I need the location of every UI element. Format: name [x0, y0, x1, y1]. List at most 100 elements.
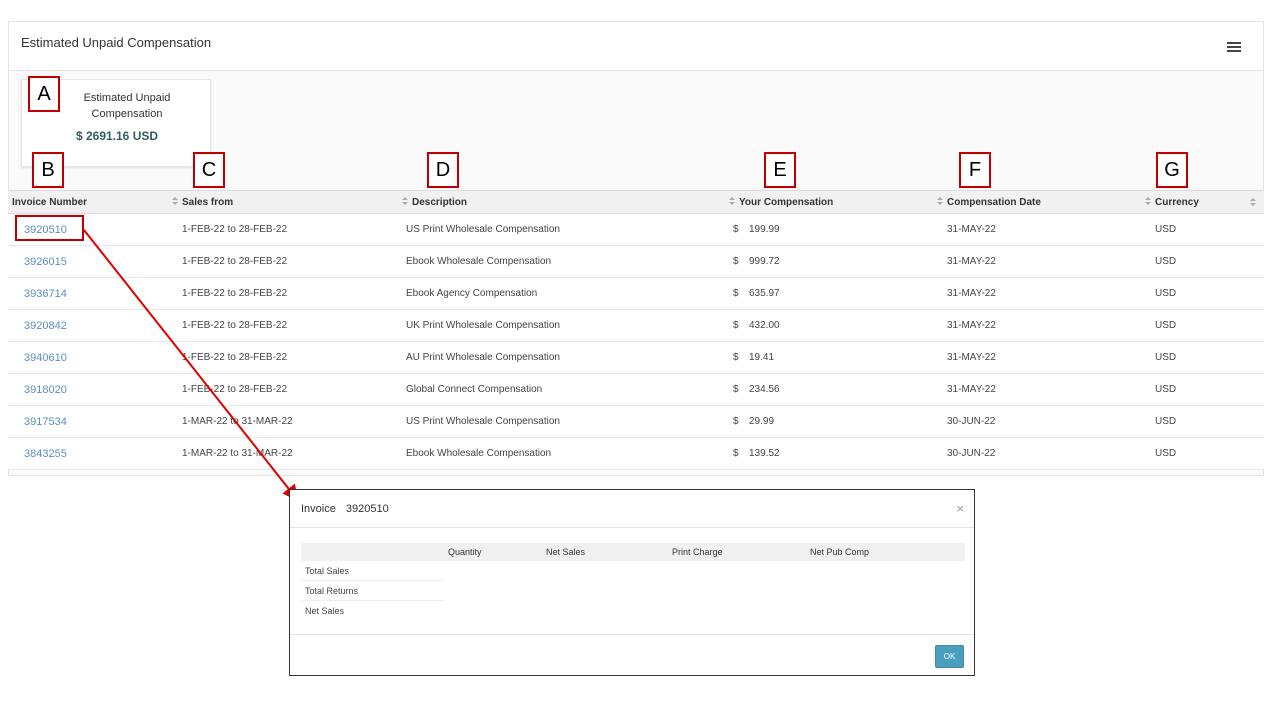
date-cell: 31-MAY-22	[933, 341, 1141, 374]
sales-from-cell: 1-FEB-22 to 28-FEB-22	[168, 309, 398, 342]
invoice-modal: Invoice 3920510 × Quantity Net Sales Prin…	[289, 489, 975, 676]
compensation-cell: $29.99	[725, 405, 933, 438]
date-cell: 31-MAY-22	[933, 309, 1141, 342]
sort-icon[interactable]	[1250, 198, 1256, 207]
table-row: Total Returns	[301, 580, 965, 601]
currency-cell: USD	[1141, 373, 1264, 406]
row-label: Total Sales	[301, 561, 444, 581]
description-cell: Global Connect Compensation	[398, 373, 725, 406]
callout-c: C	[193, 152, 225, 188]
table-row: 3920510 1-FEB-22 to 28-FEB-22 US Print W…	[8, 213, 1264, 246]
compensation-cell: $432.00	[725, 309, 933, 342]
column-header-compensation-date[interactable]: Compensation Date	[933, 190, 1141, 214]
invoice-link[interactable]: 3940610	[24, 352, 67, 364]
table-row: 3917534 1-MAR-22 to 31-MAR-22 US Print W…	[8, 405, 1264, 438]
description-cell: UK Print Wholesale Compensation	[398, 309, 725, 342]
invoice-link[interactable]: 3936714	[24, 288, 67, 300]
table-row: Net Sales	[301, 601, 965, 621]
card-value: $ 2691.16 USD	[75, 129, 159, 143]
column-header-print-charge: Print Charge	[668, 543, 806, 561]
modal-table-header: Quantity Net Sales Print Charge Net Pub …	[301, 543, 965, 561]
callout-a: A	[28, 76, 60, 112]
column-header-blank	[301, 543, 444, 561]
sort-icon[interactable]	[937, 197, 943, 206]
currency-cell: USD	[1141, 245, 1264, 278]
callout-f: F	[959, 152, 991, 188]
description-cell: Ebook Wholesale Compensation	[398, 437, 725, 470]
panel-title: Estimated Unpaid Compensation	[21, 35, 212, 50]
table-row: 3918020 1-FEB-22 to 28-FEB-22 Global Con…	[8, 373, 1264, 406]
compensation-cell: $234.56	[725, 373, 933, 406]
date-cell: 31-MAY-22	[933, 277, 1141, 310]
table-row: 3920842 1-FEB-22 to 28-FEB-22 UK Print W…	[8, 309, 1264, 342]
callout-b: B	[32, 152, 64, 188]
sales-from-cell: 1-MAR-22 to 31-MAR-22	[168, 405, 398, 438]
column-header-net-sales: Net Sales	[542, 543, 668, 561]
sales-from-cell: 1-FEB-22 to 28-FEB-22	[168, 213, 398, 246]
currency-cell: USD	[1141, 437, 1264, 470]
invoice-link[interactable]: 3917534	[24, 416, 67, 428]
modal-title: Invoice 3920510	[301, 503, 389, 515]
currency-cell: USD	[1141, 213, 1264, 246]
table-header-row: Invoice Number Sales from Description Yo…	[8, 190, 1264, 214]
compensation-cell: $19.41	[725, 341, 933, 374]
compensation-cell: $999.72	[725, 245, 933, 278]
sort-icon[interactable]	[729, 197, 735, 206]
compensation-cell: $139.52	[725, 437, 933, 470]
table-row: 3936714 1-FEB-22 to 28-FEB-22 Ebook Agen…	[8, 277, 1264, 310]
description-cell: Ebook Wholesale Compensation	[398, 245, 725, 278]
sales-from-cell: 1-FEB-22 to 28-FEB-22	[168, 245, 398, 278]
column-header-quantity: Quantity	[444, 543, 542, 561]
description-cell: US Print Wholesale Compensation	[398, 213, 725, 246]
invoice-link[interactable]: 3843255	[24, 448, 67, 460]
table-row: 3843255 1-MAR-22 to 31-MAR-22 Ebook Whol…	[8, 437, 1264, 470]
date-cell: 30-JUN-22	[933, 405, 1141, 438]
invoice-link[interactable]: 3920842	[24, 320, 67, 332]
date-cell: 31-MAY-22	[933, 213, 1141, 246]
ok-button[interactable]: OK	[935, 645, 964, 668]
compensation-table: Invoice Number Sales from Description Yo…	[8, 190, 1264, 470]
close-icon[interactable]: ×	[956, 501, 964, 516]
invoice-highlight-box	[15, 215, 84, 241]
column-header-net-pub-comp: Net Pub Comp	[806, 543, 965, 561]
date-cell: 31-MAY-22	[933, 245, 1141, 278]
hamburger-menu-icon[interactable]	[1227, 42, 1241, 52]
sort-icon[interactable]	[402, 197, 408, 206]
currency-cell: USD	[1141, 309, 1264, 342]
callout-d: D	[427, 152, 459, 188]
date-cell: 30-JUN-22	[933, 437, 1141, 470]
description-cell: US Print Wholesale Compensation	[398, 405, 725, 438]
currency-cell: USD	[1141, 405, 1264, 438]
modal-footer: OK	[290, 634, 974, 677]
card-label: Estimated Unpaid Compensation	[83, 92, 171, 120]
column-header-invoice-number[interactable]: Invoice Number	[8, 190, 168, 214]
sort-icon[interactable]	[1145, 197, 1151, 206]
modal-invoice-number: 3920510	[345, 503, 389, 515]
date-cell: 31-MAY-22	[933, 373, 1141, 406]
table-row: 3940610 1-FEB-22 to 28-FEB-22 AU Print W…	[8, 341, 1264, 374]
callout-g: G	[1156, 152, 1188, 188]
table-row: Total Sales	[301, 561, 965, 581]
modal-header: Invoice 3920510 ×	[290, 490, 974, 528]
currency-cell: USD	[1141, 277, 1264, 310]
callout-e: E	[764, 152, 796, 188]
column-header-description[interactable]: Description	[398, 190, 725, 214]
column-header-your-compensation[interactable]: Your Compensation	[725, 190, 933, 214]
table-row: 3926015 1-FEB-22 to 28-FEB-22 Ebook Whol…	[8, 245, 1264, 278]
column-header-sales-from[interactable]: Sales from	[168, 190, 398, 214]
sort-icon[interactable]	[172, 197, 178, 206]
invoice-link[interactable]: 3918020	[24, 384, 67, 396]
row-label: Net Sales	[305, 605, 345, 616]
compensation-cell: $635.97	[725, 277, 933, 310]
invoice-link[interactable]: 3926015	[24, 256, 67, 268]
panel-header: Estimated Unpaid Compensation	[9, 22, 1263, 71]
sales-from-cell: 1-MAR-22 to 31-MAR-22	[168, 437, 398, 470]
compensation-cell: $199.99	[725, 213, 933, 246]
description-cell: Ebook Agency Compensation	[398, 277, 725, 310]
column-header-currency[interactable]: Currency	[1141, 190, 1264, 214]
row-label: Total Returns	[301, 580, 444, 601]
sales-from-cell: 1-FEB-22 to 28-FEB-22	[168, 341, 398, 374]
sales-from-cell: 1-FEB-22 to 28-FEB-22	[168, 373, 398, 406]
currency-cell: USD	[1141, 341, 1264, 374]
invoice-summary-table: Quantity Net Sales Print Charge Net Pub …	[301, 543, 965, 620]
